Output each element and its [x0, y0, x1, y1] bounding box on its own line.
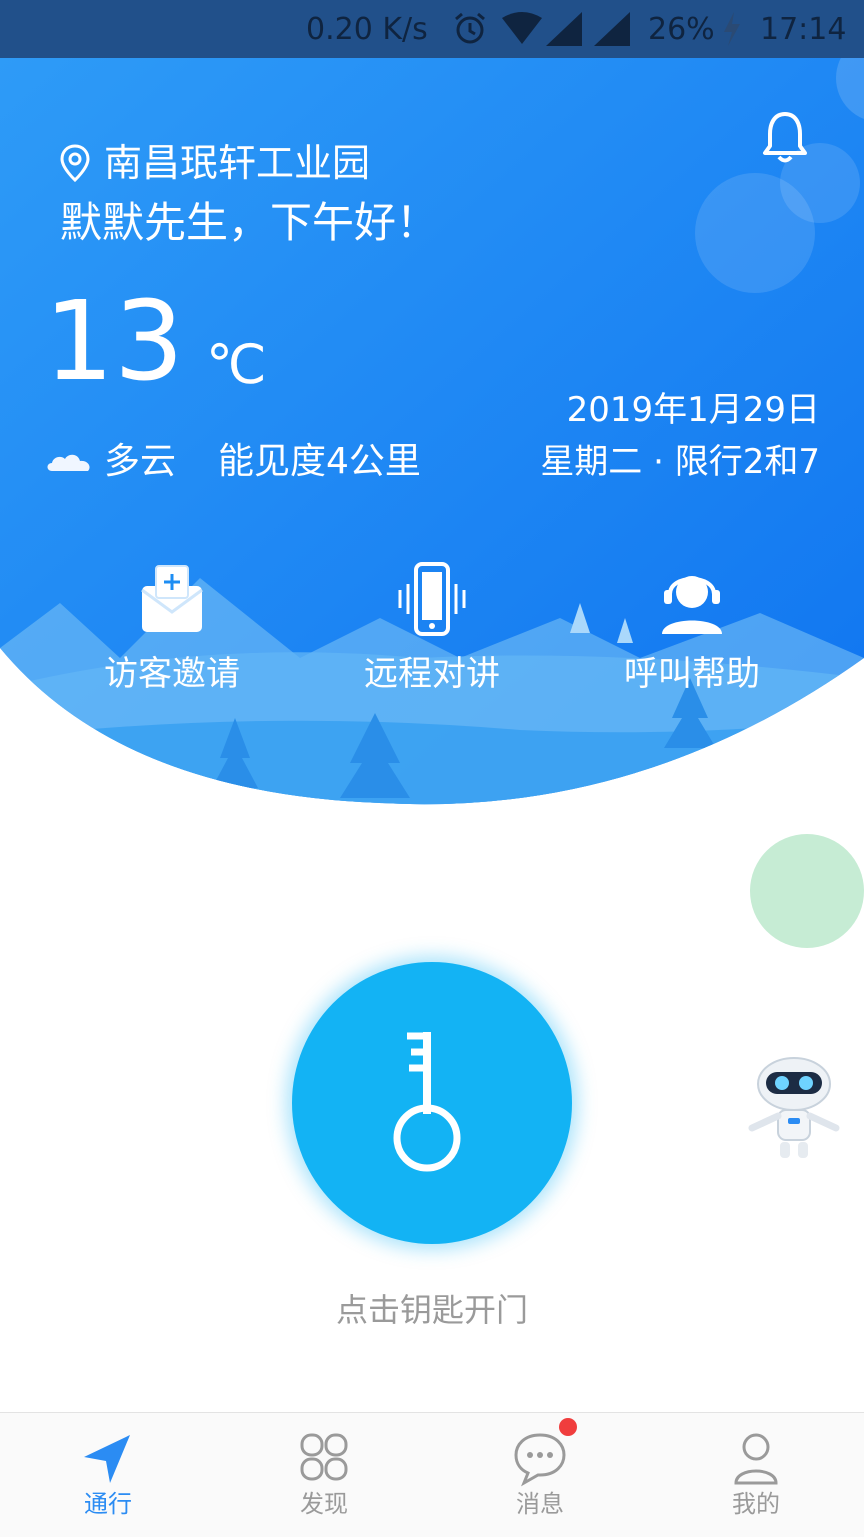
tab-profile-label: 我的: [732, 1490, 780, 1518]
temperature-value: 13: [44, 277, 184, 405]
remote-intercom-label: 远程对讲: [364, 654, 500, 694]
tab-profile[interactable]: 我的: [648, 1413, 864, 1537]
battery-percent: 26%: [648, 12, 715, 47]
tab-messages-label: 消息: [516, 1490, 564, 1518]
location-name: 南昌珉轩工业园: [104, 141, 371, 185]
key-icon: [393, 1032, 461, 1172]
robot-assistant-icon[interactable]: [744, 1056, 844, 1164]
remote-intercom-button[interactable]: 远程对讲: [332, 560, 532, 694]
clock-time: 17:14: [760, 12, 847, 47]
location-pin-icon: [60, 144, 90, 182]
visitor-invite-button[interactable]: 访客邀请: [72, 560, 272, 694]
phone-intercom-icon: [332, 560, 532, 640]
tab-pass[interactable]: 通行: [0, 1413, 216, 1537]
network-speed: 0.20 K/s: [306, 12, 428, 47]
headset-help-icon: [592, 560, 792, 640]
key-hint-text: 点击钥匙开门: [335, 1291, 528, 1329]
greeting: 默默先生，下午好！: [60, 198, 439, 247]
visibility: 能见度4公里: [218, 441, 421, 482]
visitor-invite-label: 访客邀请: [104, 654, 240, 694]
weather-text: 多云: [104, 441, 177, 482]
call-help-label: 呼叫帮助: [624, 654, 760, 694]
signal-icon-2: [594, 12, 630, 57]
status-bar: 0.20 K/s 26% 17:14: [0, 0, 864, 58]
wifi-icon: [502, 12, 542, 57]
tab-pass-label: 通行: [84, 1490, 132, 1518]
message-badge: [559, 1418, 577, 1436]
cloud-icon: [47, 454, 90, 471]
grid-icon: [294, 1431, 354, 1487]
user-icon: [726, 1431, 786, 1487]
unlock-key-button[interactable]: [292, 962, 572, 1244]
signal-icon: [546, 12, 582, 57]
call-help-button[interactable]: 呼叫帮助: [592, 560, 792, 694]
tab-discover[interactable]: 发现: [216, 1413, 432, 1537]
chat-bubble-icon: [510, 1431, 570, 1487]
decorative-circle: [750, 834, 864, 948]
notification-bell-icon[interactable]: [762, 110, 808, 164]
weekday-restriction: 星期二 · 限行2和7: [540, 442, 820, 482]
tab-discover-label: 发现: [300, 1490, 348, 1518]
temperature-unit: ℃: [206, 333, 267, 396]
location[interactable]: 南昌珉轩工业园: [60, 140, 370, 186]
navigation-arrow-icon: [78, 1431, 138, 1487]
charging-icon: [722, 12, 742, 57]
date: 2019年1月29日: [566, 390, 820, 430]
weather-condition: 多云: [44, 440, 176, 484]
alarm-icon: [452, 10, 488, 57]
tab-messages[interactable]: 消息: [432, 1413, 648, 1537]
bottom-tab-bar: 通行 发现 消息 我的: [0, 1412, 864, 1537]
visitor-invite-icon: [72, 560, 272, 640]
